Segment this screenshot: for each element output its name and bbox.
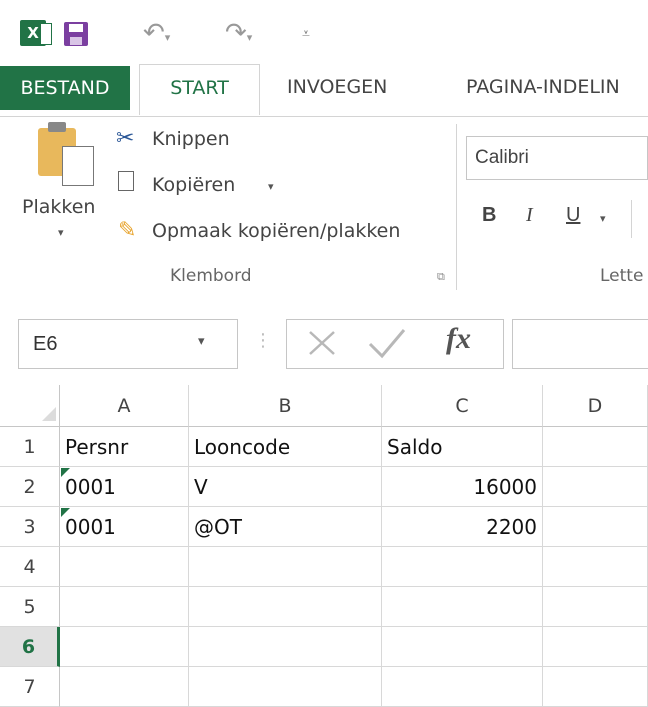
cell-a3[interactable]: 0001 <box>60 507 189 547</box>
row-header-4[interactable]: 4 <box>0 547 60 587</box>
quick-access-toolbar: X ↶▾ ↷▾ ⩡ <box>0 0 648 60</box>
column-header-d[interactable]: D <box>543 385 648 427</box>
tab-invoegen[interactable]: INVOEGEN <box>287 64 387 110</box>
cell-d4[interactable] <box>543 547 648 587</box>
underline-button[interactable]: U <box>566 204 580 227</box>
cancel-icon[interactable] <box>302 322 342 366</box>
copy-dropdown-icon[interactable]: ▾ <box>268 180 274 193</box>
copy-button[interactable]: Kopiëren <box>152 174 235 196</box>
underline-dropdown-icon[interactable]: ▾ <box>600 212 606 225</box>
enter-icon[interactable] <box>364 322 408 366</box>
tab-pagina-indeling[interactable]: PAGINA-INDELIN <box>466 64 620 110</box>
cell-c4[interactable] <box>382 547 543 587</box>
format-painter-button[interactable]: Opmaak kopiëren/plakken <box>152 220 400 242</box>
cell-b6[interactable] <box>189 627 382 667</box>
formula-input[interactable] <box>512 319 648 369</box>
cell-a5[interactable] <box>60 587 189 627</box>
error-indicator-icon <box>61 508 70 517</box>
cell-b4[interactable] <box>189 547 382 587</box>
redo-icon[interactable]: ↷▾ <box>225 18 252 48</box>
cell-a7[interactable] <box>60 667 189 707</box>
row-header-3[interactable]: 3 <box>0 507 60 547</box>
copy-icon <box>118 171 134 191</box>
cell-a6[interactable] <box>60 627 189 667</box>
column-header-a[interactable]: A <box>60 385 189 427</box>
row-header-6[interactable]: 6 <box>0 627 60 667</box>
row-header-1[interactable]: 1 <box>0 427 60 467</box>
select-all-corner[interactable] <box>0 385 60 427</box>
grip-icon: ⋮ <box>254 330 272 351</box>
format-painter-icon: ✎ <box>118 218 137 243</box>
cell-b5[interactable] <box>189 587 382 627</box>
cell-d6[interactable] <box>543 627 648 667</box>
bold-button[interactable]: B <box>482 204 496 227</box>
cell-a1[interactable]: Persnr <box>60 427 189 467</box>
paste-button[interactable]: Plakken <box>22 196 95 218</box>
cell-c5[interactable] <box>382 587 543 627</box>
column-header-b[interactable]: B <box>189 385 382 427</box>
italic-button[interactable]: I <box>526 204 533 227</box>
cell-b1[interactable]: Looncode <box>189 427 382 467</box>
cut-button[interactable]: Knippen <box>152 128 230 150</box>
ribbon-tabs: BESTAND START INVOEGEN PAGINA-INDELIN <box>0 60 648 116</box>
row-header-7[interactable]: 7 <box>0 667 60 707</box>
row-header-2[interactable]: 2 <box>0 467 60 507</box>
excel-icon: X <box>20 20 52 46</box>
format-divider <box>631 200 632 238</box>
cell-d7[interactable] <box>543 667 648 707</box>
customize-qat-icon[interactable]: ⩡ <box>302 26 310 42</box>
clipboard-group-label: Klembord <box>170 266 252 286</box>
cell-b3[interactable]: @OT <box>189 507 382 547</box>
group-divider <box>456 124 457 290</box>
cell-c6[interactable] <box>382 627 543 667</box>
cell-d2[interactable] <box>543 467 648 507</box>
cell-d5[interactable] <box>543 587 648 627</box>
cell-b2[interactable]: V <box>189 467 382 507</box>
tab-start[interactable]: START <box>139 64 260 115</box>
paste-dropdown-icon[interactable]: ▾ <box>58 226 64 239</box>
cell-c2[interactable]: 16000 <box>382 467 543 507</box>
undo-dropdown-icon[interactable]: ▾ <box>165 31 171 44</box>
cell-c3[interactable]: 2200 <box>382 507 543 547</box>
cell-c7[interactable] <box>382 667 543 707</box>
cell-c1[interactable]: Saldo <box>382 427 543 467</box>
redo-dropdown-icon[interactable]: ▾ <box>247 31 253 44</box>
undo-icon[interactable]: ↶▾ <box>143 18 170 48</box>
insert-function-icon[interactable]: fx <box>446 322 471 356</box>
cell-d3[interactable] <box>543 507 648 547</box>
dialog-launcher-icon[interactable]: ⧉ <box>437 270 445 284</box>
cell-a4[interactable] <box>60 547 189 587</box>
cell-b7[interactable] <box>189 667 382 707</box>
paste-document-icon <box>62 146 94 186</box>
column-header-c[interactable]: C <box>382 385 543 427</box>
font-name-select[interactable]: Calibri <box>466 136 648 180</box>
cell-a2[interactable]: 0001 <box>60 467 189 507</box>
tab-bestand[interactable]: BESTAND <box>0 66 130 110</box>
font-group-label: Lette <box>600 266 644 286</box>
row-header-5[interactable]: 5 <box>0 587 60 627</box>
name-box[interactable]: E6 <box>18 319 238 369</box>
scissors-icon: ✂ <box>116 126 135 151</box>
save-icon[interactable] <box>62 20 90 52</box>
error-indicator-icon <box>61 468 70 477</box>
cell-d1[interactable] <box>543 427 648 467</box>
name-box-dropdown-icon[interactable]: ▾ <box>198 334 205 349</box>
